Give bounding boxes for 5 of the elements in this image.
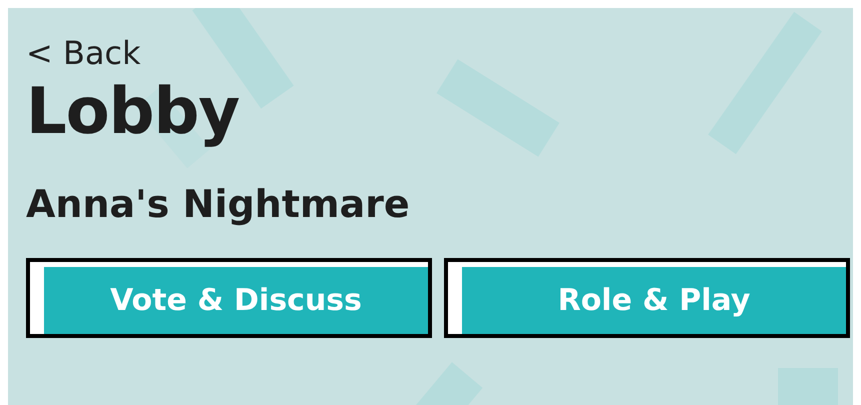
game-title: Anna's Nightmare [26, 181, 410, 228]
mode-button[interactable]: Vote & Discuss [26, 258, 432, 338]
lobby-title: Lobby [26, 74, 240, 151]
back-link[interactable]: < Back [26, 34, 141, 72]
mode-button[interactable]: Role & Play [444, 258, 850, 338]
